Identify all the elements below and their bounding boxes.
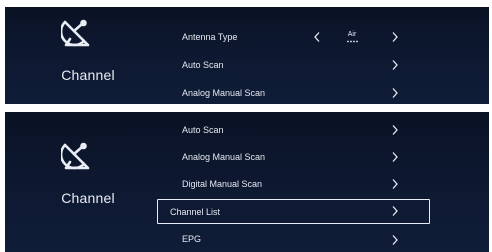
- menu-item-channel-list[interactable]: Channel List: [157, 199, 430, 224]
- menu-item-label: Channel List: [170, 206, 221, 217]
- sidebar-label: Channel: [61, 67, 115, 83]
- menu-item-label: EPG: [182, 234, 202, 244]
- sidebar-channel: Channel: [5, 112, 151, 252]
- value-position-dots: [347, 40, 358, 43]
- menu-item-label: Auto Scan: [182, 125, 224, 135]
- menu-item-label: Auto Scan: [182, 60, 224, 70]
- chevron-right-icon: [392, 152, 398, 162]
- chevron-right-icon: [392, 125, 398, 135]
- chevron-left-icon[interactable]: [313, 31, 321, 43]
- chevron-right-icon: [392, 206, 398, 216]
- chevron-right-icon: [392, 179, 398, 189]
- menu-item-label: Digital Manual Scan: [182, 179, 263, 189]
- menu-item-label: Antenna Type: [182, 32, 238, 42]
- satellite-dish-icon: [61, 142, 90, 170]
- satellite-dish-icon: [61, 19, 90, 47]
- chevron-right-icon[interactable]: [391, 31, 399, 43]
- sidebar-label: Channel: [61, 190, 115, 206]
- chevron-right-icon: [392, 60, 398, 70]
- antenna-type-value: Air: [347, 31, 357, 38]
- chevron-right-icon: [392, 235, 398, 245]
- sidebar-channel: Channel: [5, 7, 151, 104]
- channel-menu-panel-bottom: Channel Auto Scan Analog Manual Scan Dig…: [5, 112, 489, 252]
- chevron-right-icon: [392, 88, 398, 98]
- menu-item-label: Analog Manual Scan: [182, 152, 266, 162]
- channel-menu-panel-top: Channel Antenna Type Air Auto Scan Analo…: [5, 7, 489, 104]
- menu-item-label: Analog Manual Scan: [182, 88, 266, 98]
